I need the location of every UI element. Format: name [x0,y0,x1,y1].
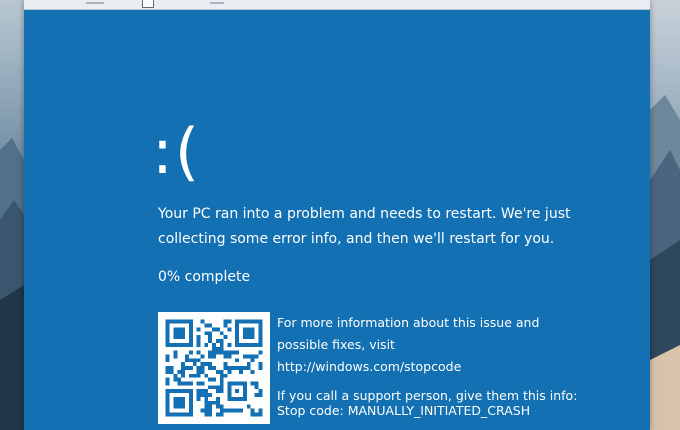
qr-code-icon [158,312,270,424]
error-message-line-2: collecting some error info, and then we'… [158,230,555,247]
stop-code: Stop code: MANUALLY_INITIATED_CRASH [277,403,531,418]
titlebar-text-secondary [210,2,224,4]
titlebar-icon [142,0,154,8]
sad-face: :( [152,115,202,188]
error-message: Your PC ran into a problem and needs to … [158,202,598,251]
wallpaper-right-edge [650,0,680,430]
wallpaper-left-edge [0,0,24,430]
info-line-2: possible fixes, visit [277,337,395,352]
support-line: If you call a support person, give them … [277,388,578,403]
window-titlebar[interactable] [24,0,650,10]
desktop: :( Your PC ran into a problem and needs … [0,0,680,430]
stopcode-link[interactable]: http://windows.com/stopcode [277,356,637,378]
error-message-line-1: Your PC ran into a problem and needs to … [158,206,571,222]
stopcode-info: For more information about this issue an… [277,312,637,418]
titlebar-text [86,2,104,4]
progress-text: 0% complete [158,269,251,285]
info-line-1: For more information about this issue an… [277,315,540,330]
bsod-window: :( Your PC ran into a problem and needs … [24,0,650,430]
